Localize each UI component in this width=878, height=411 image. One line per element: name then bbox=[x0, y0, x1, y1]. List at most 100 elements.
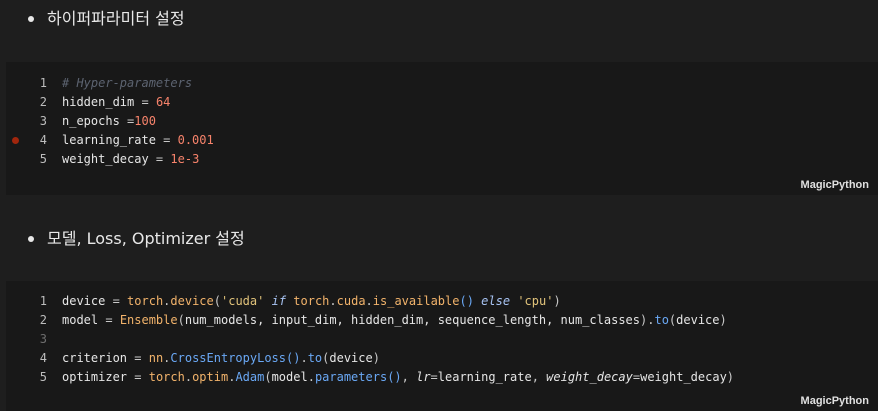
line-number: 4 bbox=[39, 133, 47, 147]
code-token: 1e-3 bbox=[170, 152, 200, 166]
code-token: ) bbox=[726, 370, 735, 384]
code-line[interactable]: 4 criterion = nn.CrossEntropyLoss().to(de… bbox=[6, 349, 878, 368]
language-label[interactable]: MagicPython bbox=[801, 179, 869, 191]
code-token: Ensemble bbox=[119, 313, 178, 327]
code-cell-1[interactable]: 1 # Hyper-parameters 2 hidden_dim = 64 3 n_ep… bbox=[6, 62, 878, 195]
code-token: . bbox=[329, 294, 337, 308]
code-token: , bbox=[531, 370, 547, 384]
code-token: = bbox=[98, 313, 120, 327]
code-token: optim bbox=[192, 370, 229, 384]
code-token: = bbox=[105, 294, 128, 308]
code-token: to bbox=[307, 351, 323, 365]
code-token: learning_rate bbox=[62, 133, 156, 147]
language-label[interactable]: MagicPython bbox=[801, 395, 869, 407]
code-token: ( bbox=[213, 294, 221, 308]
code-token: = bbox=[119, 114, 135, 128]
code-token: weight_decay bbox=[62, 152, 149, 166]
code-line[interactable]: 1 device = torch.device('cuda' if torch.c… bbox=[6, 292, 878, 311]
code-token: n_epochs bbox=[62, 114, 120, 128]
code-token: . bbox=[365, 294, 373, 308]
markdown-cell-1[interactable]: 하이퍼파라미터 설정 bbox=[0, 1, 878, 37]
code-text: model = Ensemble(num_models, input_dim, … bbox=[62, 311, 727, 330]
code-token: is_available bbox=[372, 294, 460, 308]
code-token: Adam bbox=[235, 370, 265, 384]
bullet-text: 모델, Loss, Optimizer 설정 bbox=[47, 229, 245, 248]
code-editor[interactable]: 1 # Hyper-parameters 2 hidden_dim = 64 3 n_ep… bbox=[6, 74, 878, 169]
code-token: 'cpu' bbox=[517, 294, 554, 308]
code-line[interactable]: 1 # Hyper-parameters bbox=[6, 74, 878, 93]
code-token: . bbox=[300, 351, 308, 365]
code-token: , bbox=[401, 370, 417, 384]
code-line[interactable]: 3 n_epochs =100 bbox=[6, 112, 878, 131]
line-number: 3 bbox=[39, 114, 47, 128]
code-token: num_models, input_dim, hidden_dim, seque… bbox=[184, 313, 640, 327]
code-token: to bbox=[654, 313, 669, 327]
code-token: 100 bbox=[134, 114, 156, 128]
code-token: nn bbox=[148, 351, 164, 365]
code-line[interactable]: 2 hidden_dim = 64 bbox=[6, 93, 878, 112]
code-text: optimizer = torch.optim.Adam(model.param… bbox=[62, 368, 734, 387]
code-token: optimizer bbox=[62, 370, 128, 384]
code-token: = bbox=[632, 370, 641, 384]
code-token: cuda bbox=[336, 294, 366, 308]
code-text: learning_rate = 0.001 bbox=[62, 131, 214, 150]
code-token: weight_decay bbox=[546, 370, 633, 384]
code-token: = bbox=[127, 370, 149, 384]
code-text: weight_decay = 1e-3 bbox=[62, 150, 199, 169]
code-token: parameters bbox=[314, 370, 388, 384]
code-token: () bbox=[286, 351, 301, 365]
code-token: ) bbox=[719, 313, 727, 327]
code-token: # Hyper-parameters bbox=[62, 76, 193, 90]
code-token: else bbox=[481, 294, 511, 308]
code-line[interactable]: 3 bbox=[6, 330, 878, 349]
code-line[interactable]: 4 learning_rate = 0.001 bbox=[6, 131, 878, 150]
code-token: = bbox=[134, 95, 156, 109]
code-token: device bbox=[170, 294, 214, 308]
code-token: () bbox=[459, 294, 474, 308]
code-token: 'cuda' bbox=[221, 294, 265, 308]
code-cell-2[interactable]: 1 device = torch.device('cuda' if torch.c… bbox=[6, 281, 878, 411]
code-text: criterion = nn.CrossEntropyLoss().to(dev… bbox=[62, 349, 380, 368]
code-token: device bbox=[329, 351, 373, 365]
code-token: = bbox=[155, 133, 178, 147]
code-text: n_epochs =100 bbox=[62, 112, 156, 131]
code-token: ) bbox=[372, 351, 380, 365]
bullet-list: 하이퍼파라미터 설정 bbox=[0, 1, 878, 37]
line-number: 1 bbox=[39, 294, 47, 308]
code-token: weight_decay bbox=[640, 370, 727, 384]
code-token: torch bbox=[127, 294, 164, 308]
markdown-cell-2[interactable]: 모델, Loss, Optimizer 설정 bbox=[0, 221, 878, 257]
code-token: 0.001 bbox=[177, 133, 214, 147]
bullet-dot-icon bbox=[28, 236, 34, 242]
line-number: 2 bbox=[39, 95, 47, 109]
bullet-dot-icon bbox=[28, 16, 34, 22]
code-token: lr bbox=[416, 370, 431, 384]
code-editor[interactable]: 1 device = torch.device('cuda' if torch.c… bbox=[6, 292, 878, 387]
code-text: device = torch.device('cuda' if torch.cu… bbox=[62, 292, 561, 311]
bullet-item: 모델, Loss, Optimizer 설정 bbox=[0, 221, 878, 257]
line-number: 3 bbox=[39, 332, 47, 346]
code-token: criterion bbox=[62, 351, 128, 365]
line-number: 4 bbox=[39, 351, 47, 365]
code-token: model bbox=[271, 370, 308, 384]
code-token: device bbox=[676, 313, 720, 327]
code-token: () bbox=[387, 370, 402, 384]
code-token: model bbox=[62, 313, 99, 327]
code-token: 64 bbox=[155, 95, 171, 109]
code-line[interactable]: 2 model = Ensemble(num_models, input_dim,… bbox=[6, 311, 878, 330]
code-token: . bbox=[307, 370, 315, 384]
code-text: # Hyper-parameters bbox=[62, 74, 192, 93]
code-token: learning_rate bbox=[437, 370, 532, 384]
code-token: = bbox=[127, 351, 149, 365]
code-token: ) bbox=[553, 294, 561, 308]
code-line[interactable]: 5 weight_decay = 1e-3 bbox=[6, 150, 878, 169]
code-token: ( bbox=[177, 313, 185, 327]
code-token: device bbox=[62, 294, 106, 308]
code-token: torch bbox=[293, 294, 330, 308]
line-number: 2 bbox=[39, 313, 47, 327]
line-number: 5 bbox=[39, 152, 47, 166]
code-line[interactable]: 5 optimizer = torch.optim.Adam(model.para… bbox=[6, 368, 878, 387]
bullet-item: 하이퍼파라미터 설정 bbox=[0, 1, 878, 37]
code-token: . bbox=[184, 370, 193, 384]
